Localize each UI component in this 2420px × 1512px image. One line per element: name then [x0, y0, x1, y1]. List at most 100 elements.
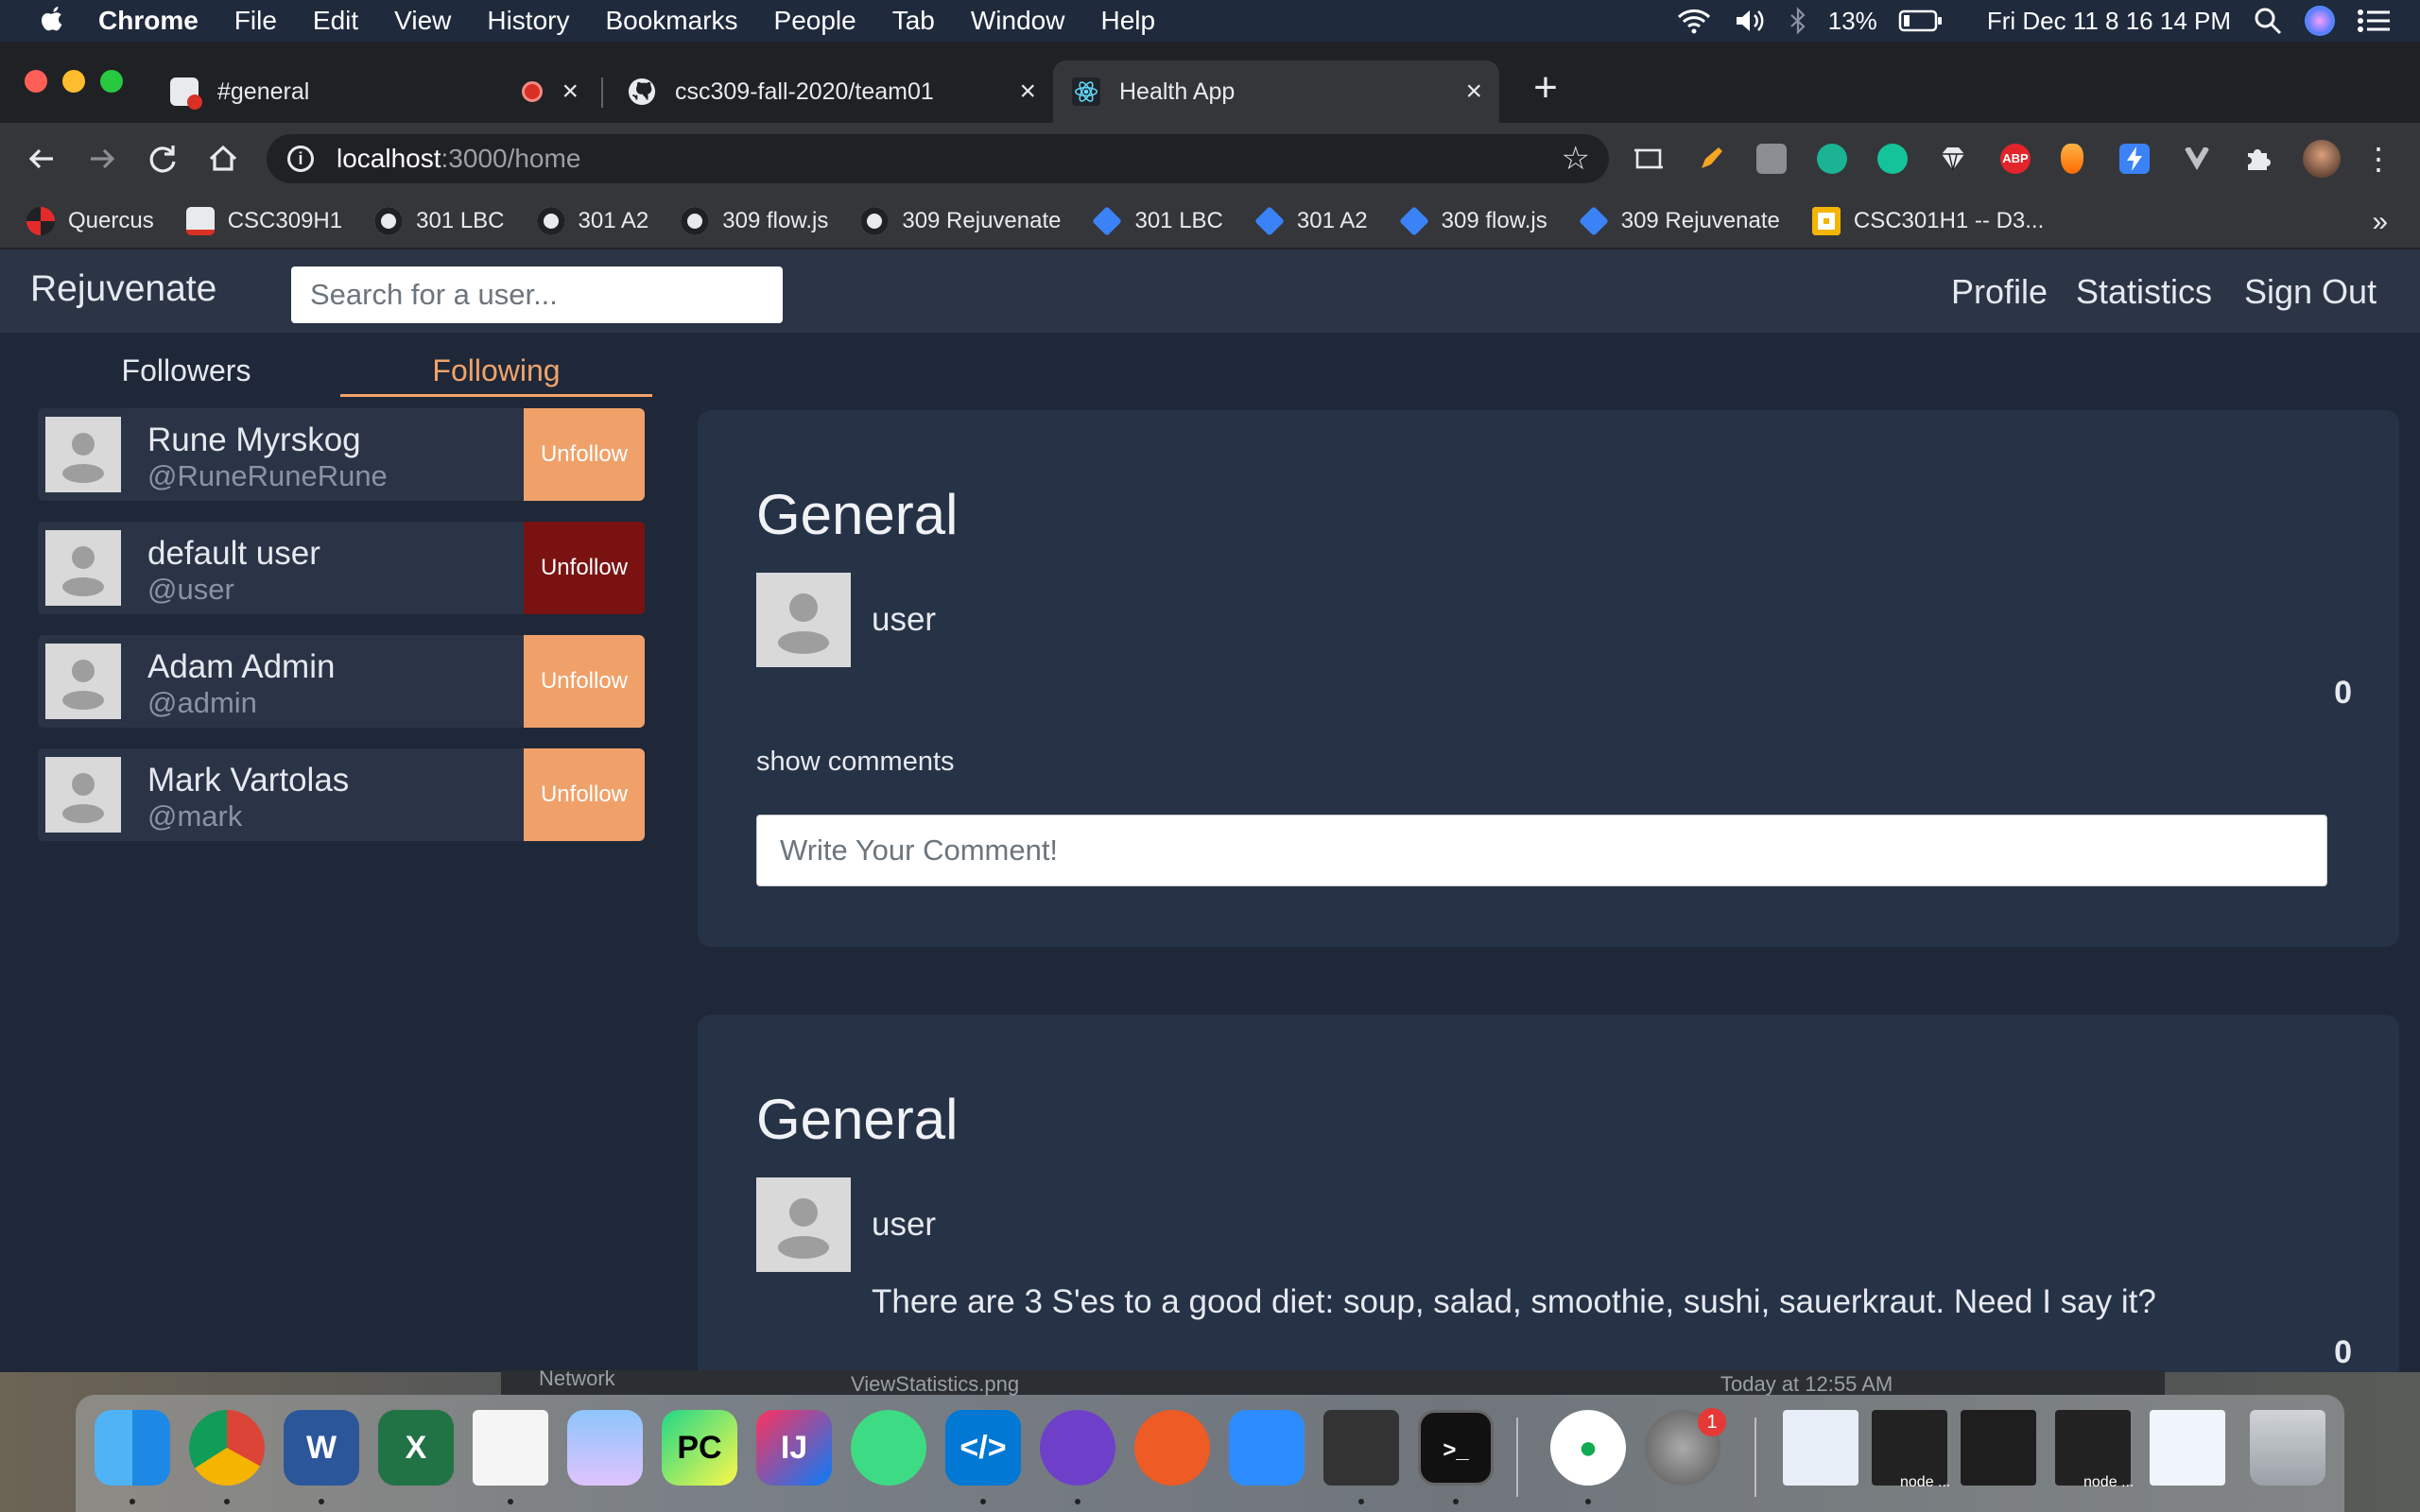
vscode-icon[interactable]: </>: [945, 1410, 1021, 1486]
user-name[interactable]: default user: [147, 535, 320, 573]
orange-extension-icon[interactable]: [2061, 144, 2083, 174]
following-card[interactable]: Rune Myrskog @RuneRuneRune Unfollow: [38, 408, 645, 501]
volume-icon[interactable]: [1734, 7, 1768, 35]
default-avatar-icon[interactable]: [756, 573, 851, 667]
user-search-input[interactable]: [291, 266, 783, 323]
menu-history[interactable]: History: [487, 6, 569, 36]
minimized-window-thumbnail[interactable]: [1783, 1410, 1858, 1486]
printer-icon[interactable]: [1323, 1410, 1399, 1486]
finder-icon[interactable]: [95, 1410, 170, 1486]
user-name[interactable]: Adam Admin: [147, 648, 335, 686]
notification-center-icon[interactable]: [2356, 7, 2392, 35]
menu-view[interactable]: View: [394, 6, 451, 36]
unfollow-button[interactable]: Unfollow: [524, 522, 645, 614]
close-tab-icon[interactable]: ×: [1465, 76, 1482, 108]
menu-file[interactable]: File: [234, 6, 277, 36]
tab-followers[interactable]: Followers: [30, 344, 342, 397]
following-card[interactable]: Mark Vartolas @mark Unfollow: [38, 748, 645, 841]
bookmark-quercus[interactable]: Quercus: [26, 207, 154, 235]
following-card[interactable]: default user @user Unfollow: [38, 522, 645, 614]
chrome-menu-icon[interactable]: ⋮: [2363, 144, 2394, 174]
excel-icon[interactable]: X: [378, 1410, 454, 1486]
bookmark-csc301h1[interactable]: CSC301H1 -- D3...: [1811, 207, 2044, 235]
pycharm-icon[interactable]: PC: [662, 1410, 737, 1486]
nav-statistics-link[interactable]: Statistics: [2076, 272, 2212, 312]
new-tab-icon[interactable]: +: [1522, 64, 1569, 112]
vue-devtools-icon[interactable]: [2182, 144, 2212, 174]
android-studio-icon[interactable]: [851, 1410, 926, 1486]
apple-icon[interactable]: [38, 6, 66, 36]
bookmark-csc309h1[interactable]: CSC309H1: [185, 207, 342, 235]
tab-following[interactable]: Following: [340, 344, 652, 397]
bookmark-github-309-flowjs[interactable]: 309 flow.js: [681, 207, 828, 235]
siri-icon[interactable]: [2305, 6, 2335, 36]
tab-general[interactable]: #general ×: [151, 60, 596, 123]
back-icon[interactable]: [23, 140, 60, 178]
minimized-browser-thumbnail[interactable]: [2150, 1410, 2225, 1486]
bookmark-jira-309-flowjs[interactable]: 309 flow.js: [1398, 206, 1547, 236]
home-icon[interactable]: [204, 140, 242, 178]
wifi-icon[interactable]: [1675, 7, 1713, 35]
k-extension-icon[interactable]: [1756, 144, 1787, 174]
menu-people[interactable]: People: [774, 6, 856, 36]
preview-icon[interactable]: [567, 1410, 643, 1486]
nav-profile-link[interactable]: Profile: [1951, 272, 2048, 312]
bluetooth-icon[interactable]: [1789, 7, 1807, 35]
forward-icon[interactable]: [83, 140, 121, 178]
bookmark-jira-309-rejuvenate[interactable]: 309 Rejuvenate: [1578, 206, 1780, 236]
menu-app-name[interactable]: Chrome: [98, 6, 199, 36]
nav-sign-out-link[interactable]: Sign Out: [2244, 272, 2377, 312]
menu-bookmarks[interactable]: Bookmarks: [605, 6, 737, 36]
chrome-icon[interactable]: [189, 1410, 265, 1486]
user-name[interactable]: Mark Vartolas: [147, 762, 349, 799]
menu-window[interactable]: Window: [971, 6, 1065, 36]
bookmark-jira-301-lbc[interactable]: 301 LBC: [1092, 206, 1223, 236]
close-tab-icon[interactable]: ×: [562, 76, 579, 108]
tab-health-app[interactable]: Health App ×: [1053, 60, 1499, 123]
post-author[interactable]: user: [872, 601, 936, 639]
mongodb-compass-icon[interactable]: ●: [1550, 1410, 1626, 1486]
postman-icon[interactable]: [1134, 1410, 1210, 1486]
zoom-icon[interactable]: [1229, 1410, 1305, 1486]
bookmark-star-icon[interactable]: ☆: [1562, 140, 1590, 178]
minimized-vscode-thumbnail[interactable]: [1961, 1410, 2036, 1486]
menubar-clock[interactable]: Fri Dec 11 8 16 14 PM: [1987, 7, 2231, 36]
window-minimize-button[interactable]: [62, 70, 85, 93]
bookmark-github-301-a2[interactable]: 301 A2: [536, 207, 648, 235]
spotlight-search-icon[interactable]: [2252, 5, 2284, 37]
word-icon[interactable]: W: [284, 1410, 359, 1486]
window-close-button[interactable]: [25, 70, 47, 93]
menu-edit[interactable]: Edit: [313, 6, 358, 36]
bookmark-github-301-lbc[interactable]: 301 LBC: [374, 207, 505, 235]
file-name[interactable]: ViewStatistics.png: [851, 1372, 1019, 1397]
following-card[interactable]: Adam Admin @admin Unfollow: [38, 635, 645, 728]
profile-avatar-icon[interactable]: [2303, 140, 2341, 178]
pen-extension-icon[interactable]: [1696, 144, 1726, 174]
bookmark-github-309-rejuvenate[interactable]: 309 Rejuvenate: [860, 207, 1061, 235]
adblock-plus-icon[interactable]: ABP: [2000, 144, 2031, 174]
terminal-icon[interactable]: >_: [1418, 1410, 1494, 1486]
more-bookmarks-chevron-icon[interactable]: »: [2372, 206, 2388, 238]
unfollow-button[interactable]: Unfollow: [524, 748, 645, 841]
unfollow-button[interactable]: Unfollow: [524, 635, 645, 728]
app-brand[interactable]: Rejuvenate: [30, 268, 216, 310]
diamond-extension-icon[interactable]: [1938, 144, 1968, 174]
close-tab-icon[interactable]: ×: [1019, 76, 1036, 108]
default-avatar-icon[interactable]: [756, 1177, 851, 1272]
like-count[interactable]: 0: [2334, 675, 2352, 712]
like-count[interactable]: 0: [2334, 1334, 2352, 1371]
comment-input[interactable]: [756, 815, 2327, 886]
post-author[interactable]: user: [872, 1206, 936, 1244]
textedit-icon[interactable]: [473, 1410, 548, 1486]
unfollow-button[interactable]: Unfollow: [524, 408, 645, 501]
tab-team01[interactable]: csc309-fall-2020/team01 ×: [609, 60, 1053, 123]
bookmark-jira-301-a2[interactable]: 301 A2: [1253, 206, 1368, 236]
address-bar[interactable]: i localhost:3000/home ☆: [267, 134, 1609, 183]
grammarly-icon[interactable]: [1877, 144, 1908, 174]
trash-icon[interactable]: [2250, 1410, 2325, 1486]
user-name[interactable]: Rune Myrskog: [147, 421, 361, 459]
github-desktop-icon[interactable]: [1040, 1410, 1115, 1486]
show-comments-link[interactable]: show comments: [756, 747, 955, 778]
menu-tab[interactable]: Tab: [892, 6, 935, 36]
lightning-extension-icon[interactable]: [2119, 144, 2150, 174]
